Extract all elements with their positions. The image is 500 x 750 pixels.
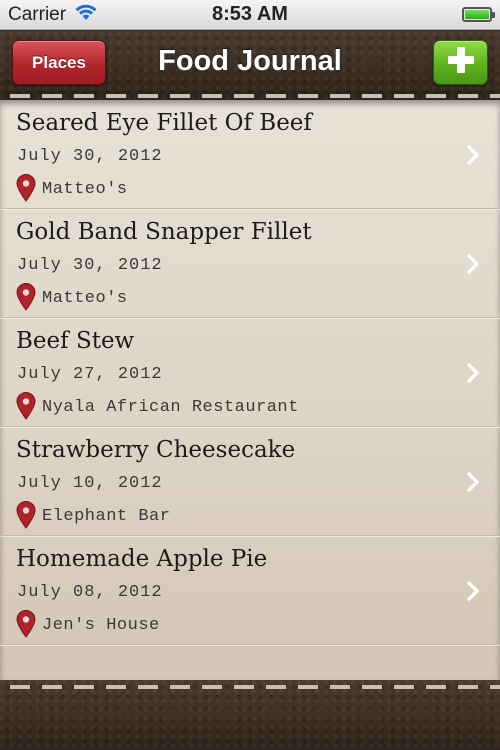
- entries-list: Seared Eye Fillet Of Beef July 30, 2012 …: [0, 100, 500, 680]
- bottom-toolbar: [0, 680, 500, 750]
- entry-place: Matteo's: [42, 180, 128, 199]
- entry-row[interactable]: Homemade Apple Pie July 08, 2012 Jen's H…: [0, 536, 500, 645]
- entry-row[interactable]: Beef Stew July 27, 2012 Nyala African Re…: [0, 318, 500, 427]
- entry-date: July 08, 2012: [17, 583, 163, 602]
- location-pin-icon: [16, 174, 36, 202]
- location-pin-icon: [16, 610, 36, 638]
- status-left: Carrier: [8, 3, 98, 27]
- entry-title: Strawberry Cheesecake: [16, 437, 296, 463]
- entry-title: Gold Band Snapper Fillet: [16, 219, 312, 245]
- chevron-right-icon: [467, 145, 479, 165]
- carrier-label: Carrier: [8, 3, 67, 25]
- entry-row[interactable]: Gold Band Snapper Fillet July 30, 2012 M…: [0, 209, 500, 318]
- entry-date: July 30, 2012: [17, 147, 163, 166]
- entry-place: Nyala African Restaurant: [42, 398, 299, 417]
- battery-level: [465, 10, 489, 19]
- chevron-right-icon: [467, 363, 479, 383]
- add-entry-button[interactable]: [433, 40, 488, 85]
- stitch-divider: [0, 94, 500, 98]
- chevron-right-icon: [467, 581, 479, 601]
- location-pin-icon: [16, 283, 36, 311]
- entry-title: Homemade Apple Pie: [16, 546, 268, 572]
- navigation-bar: Places Food Journal: [0, 31, 500, 100]
- entry-row[interactable]: Seared Eye Fillet Of Beef July 30, 2012 …: [0, 100, 500, 209]
- page-title: Food Journal: [158, 45, 342, 77]
- entry-title: Beef Stew: [16, 328, 135, 354]
- plus-icon: [446, 45, 476, 80]
- wifi-icon: [74, 3, 98, 27]
- entry-row[interactable]: Strawberry Cheesecake July 10, 2012 Elep…: [0, 427, 500, 536]
- stitch-divider: [0, 685, 500, 689]
- battery-icon: [462, 7, 495, 22]
- entry-place: Matteo's: [42, 289, 128, 308]
- status-bar: Carrier 8:53 AM: [0, 0, 500, 30]
- entry-place: Elephant Bar: [42, 507, 171, 526]
- entry-place: Jen's House: [42, 616, 160, 635]
- entry-date: July 30, 2012: [17, 256, 163, 275]
- entry-date: July 27, 2012: [17, 365, 163, 384]
- location-pin-icon: [16, 501, 36, 529]
- chevron-right-icon: [467, 254, 479, 274]
- entry-title: Seared Eye Fillet Of Beef: [16, 110, 312, 136]
- chevron-right-icon: [467, 472, 479, 492]
- location-pin-icon: [16, 392, 36, 420]
- entry-date: July 10, 2012: [17, 474, 163, 493]
